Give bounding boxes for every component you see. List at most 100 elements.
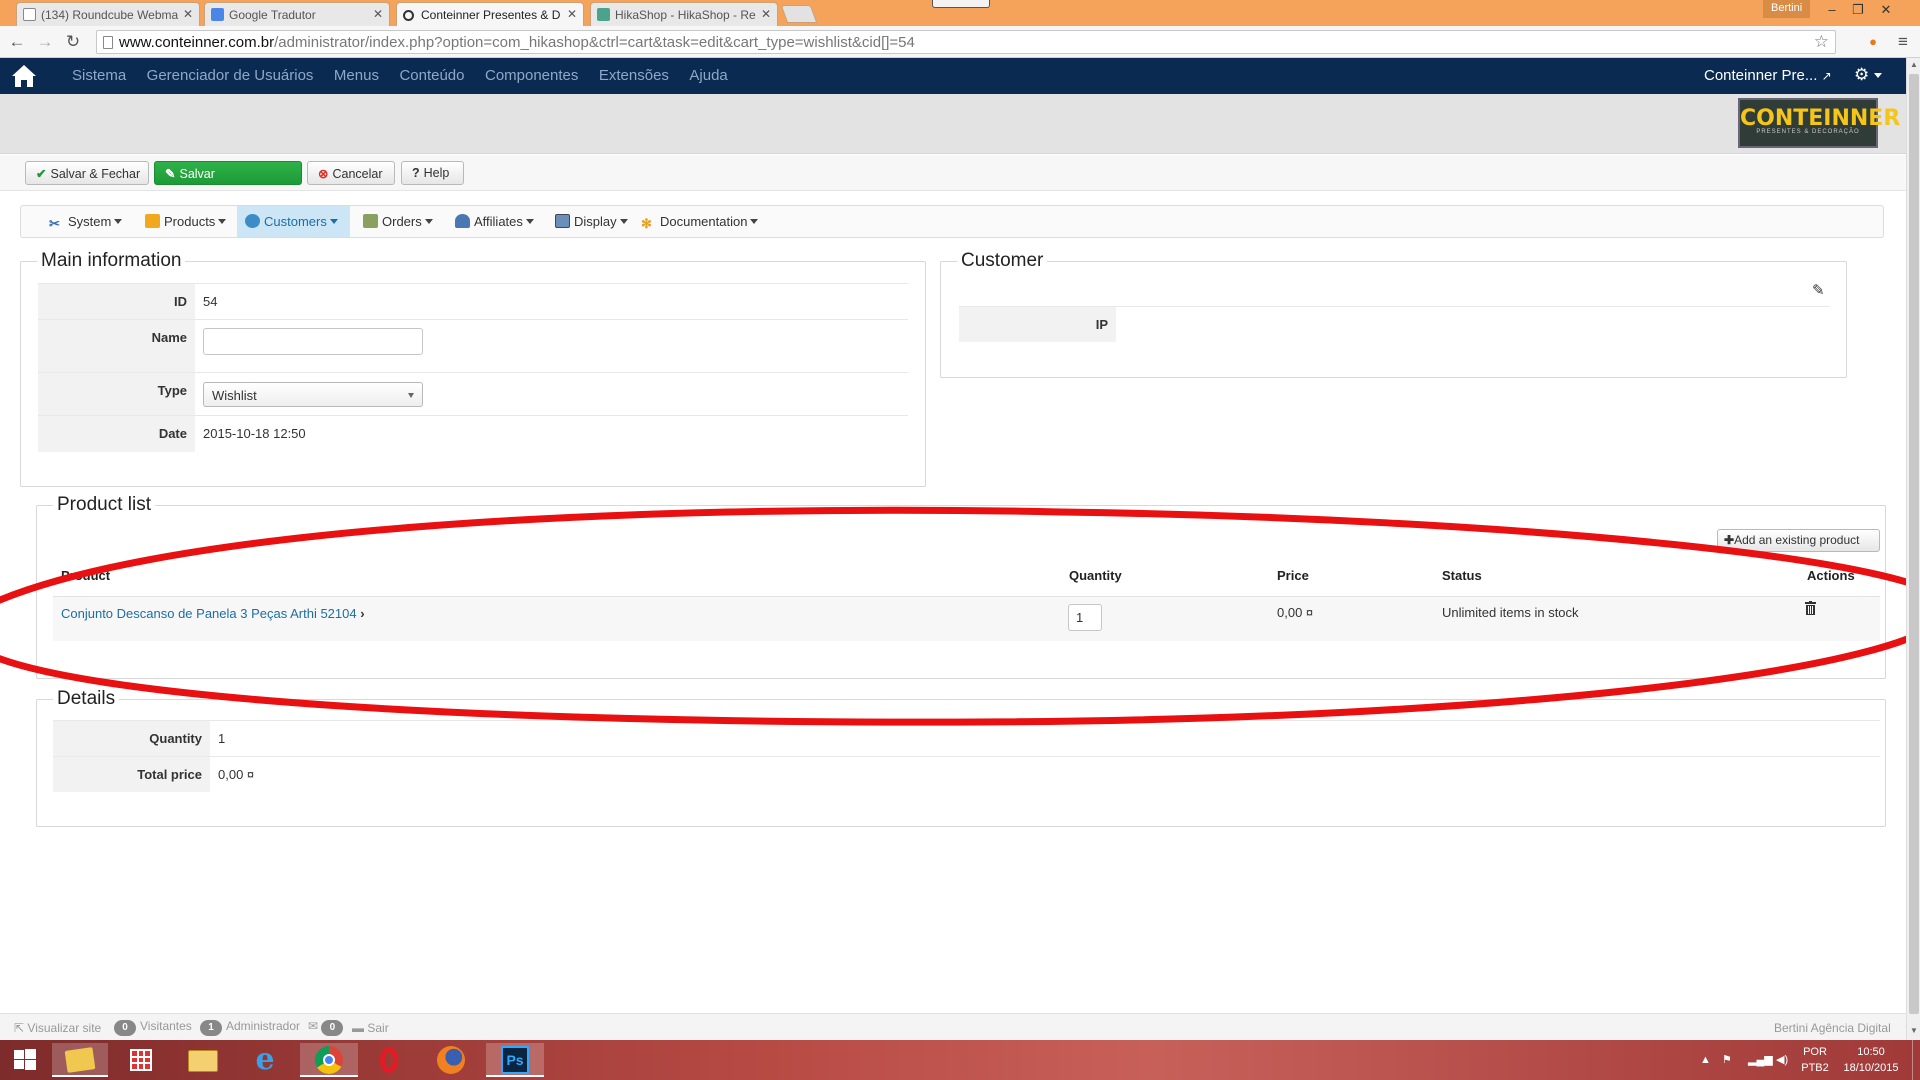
page-scrollbar[interactable]: ▲ ▼ bbox=[1906, 58, 1920, 1040]
url-input[interactable]: www.conteinner.com.br/administrator/inde… bbox=[96, 30, 1836, 54]
back-icon[interactable]: ← bbox=[6, 31, 28, 53]
reload-icon[interactable]: ↻ bbox=[62, 31, 84, 53]
hika-menu-documentation[interactable]: ✻ Documentation bbox=[633, 206, 766, 237]
bookmark-star-icon[interactable]: ☆ bbox=[1814, 32, 1829, 52]
type-select[interactable]: Wishlist bbox=[203, 382, 423, 407]
chevron-down-icon bbox=[408, 393, 414, 398]
windows-start-icon[interactable] bbox=[2, 1043, 48, 1077]
tray-network-icon[interactable]: ▂▄▆ bbox=[1748, 1052, 1773, 1068]
close-icon[interactable]: ✕ bbox=[183, 7, 193, 21]
firefox-app-icon[interactable] bbox=[426, 1043, 476, 1077]
profile-button[interactable]: Bertini bbox=[1763, 0, 1811, 18]
product-list-panel: Product list bbox=[36, 494, 1886, 679]
footer-credit: Bertini Agência Digital bbox=[1774, 1021, 1891, 1035]
admin-indicator: 1 Administrador bbox=[200, 1019, 300, 1036]
save-close-button[interactable]: ✔ Salvar & Fechar bbox=[25, 161, 149, 185]
menu-componentes[interactable]: Componentes bbox=[485, 67, 578, 84]
chevron-down-icon bbox=[424, 219, 433, 224]
home-icon[interactable] bbox=[10, 62, 38, 90]
view-site-label: Visualizar site bbox=[27, 1021, 102, 1035]
show-desktop-button[interactable] bbox=[1912, 1040, 1920, 1080]
hika-menu-customers[interactable]: Customers bbox=[237, 206, 350, 237]
hika-menu-affiliates[interactable]: Affiliates bbox=[447, 206, 542, 237]
photoshop-app-icon[interactable]: Ps bbox=[486, 1043, 544, 1077]
menu-label: System bbox=[68, 214, 112, 229]
menu-icon[interactable]: ≡ bbox=[1892, 31, 1914, 53]
tray-arrow-icon[interactable]: ▲ bbox=[1700, 1052, 1711, 1068]
visitors-label: Visitantes bbox=[140, 1019, 192, 1033]
view-site-link[interactable]: ⇱ Visualizar site bbox=[14, 1021, 101, 1035]
external-link-icon: ⇱ bbox=[14, 1021, 25, 1035]
help-button[interactable]: ? Help bbox=[401, 161, 464, 185]
save-button[interactable]: ✎ Salvar bbox=[154, 161, 302, 185]
add-existing-product-button[interactable]: ✚Add an existing product bbox=[1717, 529, 1880, 552]
chevron-down-icon bbox=[750, 219, 759, 224]
menu-menus[interactable]: Menus bbox=[334, 67, 379, 84]
add-product-label: Add an existing product bbox=[1734, 533, 1860, 547]
column-header-actions: Actions bbox=[1807, 568, 1855, 583]
name-input[interactable] bbox=[203, 328, 423, 355]
menu-label: Products bbox=[164, 214, 216, 229]
clock-time: 10:50 bbox=[1857, 1046, 1885, 1058]
hikashop-icon bbox=[597, 8, 610, 21]
scroll-down-icon[interactable]: ▼ bbox=[1910, 1026, 1918, 1035]
close-window-icon[interactable]: ✕ bbox=[1872, 0, 1900, 20]
messages-indicator[interactable]: ✉ 0 bbox=[308, 1019, 347, 1036]
gear-icon[interactable]: ⚙ bbox=[1854, 65, 1883, 85]
hika-menu-display[interactable]: Display bbox=[547, 206, 636, 237]
extension-icon[interactable]: ● bbox=[1862, 31, 1884, 53]
tab-search-handle[interactable] bbox=[932, 0, 990, 8]
orders-icon bbox=[363, 214, 378, 228]
tab-label: HikaShop - HikaShop - Re bbox=[615, 8, 756, 22]
scroll-up-icon[interactable]: ▲ bbox=[1910, 60, 1918, 69]
restore-icon[interactable]: ❐ bbox=[1844, 0, 1872, 20]
menu-usuarios[interactable]: Gerenciador de Usuários bbox=[147, 67, 314, 84]
menu-conteudo[interactable]: Conteúdo bbox=[399, 67, 464, 84]
browser-tab-hikashop[interactable]: HikaShop - HikaShop - Re ✕ bbox=[590, 2, 778, 26]
quantity-input[interactable]: 1 bbox=[1068, 604, 1102, 631]
cancel-button[interactable]: ⊗ Cancelar bbox=[307, 161, 395, 185]
page-header: CONTEINNER PRESENTES & DECORAÇÃO bbox=[0, 94, 1906, 154]
hika-menu-products[interactable]: Products bbox=[137, 206, 234, 237]
product-link[interactable]: Conjunto Descanso de Panela 3 Peças Arth… bbox=[61, 606, 365, 621]
menu-sistema[interactable]: Sistema bbox=[72, 67, 126, 84]
browser-tab-google-translate[interactable]: Google Tradutor ✕ bbox=[204, 2, 390, 26]
language-indicator[interactable]: POR PTB2 bbox=[1800, 1044, 1830, 1076]
logo-text: CONTEINNER bbox=[1740, 106, 1901, 131]
trash-icon[interactable] bbox=[1805, 601, 1816, 615]
messages-badge: 0 bbox=[321, 1020, 344, 1036]
browser-tab-conteinner[interactable]: Conteinner Presentes & D ✕ bbox=[396, 2, 584, 26]
menu-extensoes[interactable]: Extensões bbox=[599, 67, 669, 84]
scrollbar-thumb[interactable] bbox=[1909, 74, 1919, 1014]
hika-menu-orders[interactable]: Orders bbox=[355, 206, 441, 237]
site-name-link[interactable]: Conteinner Pre... ↗ bbox=[1704, 67, 1832, 84]
forward-icon[interactable]: → bbox=[34, 31, 56, 53]
hikashop-menu: ✂ System Products Customers Orders Affili… bbox=[20, 205, 1884, 238]
edit-customer-icon[interactable]: ✎ bbox=[1812, 281, 1825, 299]
clock[interactable]: 10:50 18/10/2015 bbox=[1836, 1044, 1906, 1076]
browser-tab-roundcube[interactable]: (134) Roundcube Webma ✕ bbox=[16, 2, 200, 26]
close-icon[interactable]: ✕ bbox=[373, 7, 383, 21]
menu-ajuda[interactable]: Ajuda bbox=[689, 67, 727, 84]
google-translate-icon bbox=[211, 8, 224, 21]
admin-menu: Sistema Gerenciador de Usuários Menus Co… bbox=[72, 67, 745, 84]
store-app-icon[interactable] bbox=[116, 1043, 166, 1077]
close-icon[interactable]: ✕ bbox=[567, 7, 577, 21]
minimize-icon[interactable]: – bbox=[1818, 0, 1846, 20]
opera-app-icon[interactable] bbox=[364, 1043, 414, 1077]
tray-volume-icon[interactable]: ◀) bbox=[1776, 1052, 1788, 1068]
cancel-label: Cancelar bbox=[332, 167, 383, 181]
close-icon[interactable]: ✕ bbox=[761, 7, 771, 21]
tray-flag-icon[interactable]: ⚑ bbox=[1722, 1052, 1732, 1068]
address-bar: ← → ↻ www.conteinner.com.br/administrato… bbox=[0, 26, 1920, 58]
chrome-app-icon[interactable] bbox=[300, 1043, 358, 1077]
menu-label: Orders bbox=[382, 214, 422, 229]
date-value: 2015-10-18 12:50 bbox=[203, 426, 306, 441]
hika-menu-system[interactable]: ✂ System bbox=[41, 206, 130, 237]
folder-app-icon[interactable] bbox=[178, 1043, 228, 1077]
details-quantity-row: Quantity 1 bbox=[53, 720, 1880, 756]
file-explorer-app-icon[interactable] bbox=[52, 1043, 108, 1077]
new-tab-button[interactable] bbox=[780, 5, 818, 23]
internet-explorer-icon[interactable]: e bbox=[240, 1043, 290, 1077]
logout-link[interactable]: ▬ Sair bbox=[352, 1021, 389, 1035]
